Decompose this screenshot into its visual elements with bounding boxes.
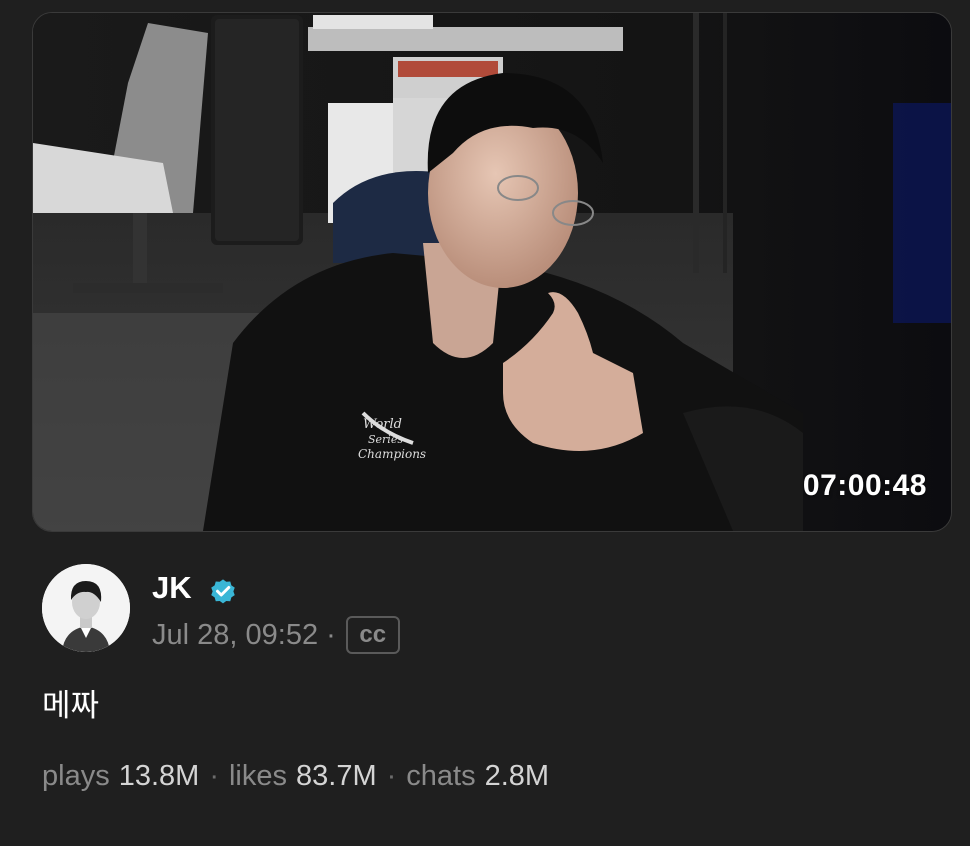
post-title: 메짜 xyxy=(42,688,100,723)
stats-row: plays 13.8M · likes 83.7M · chats 2.8M xyxy=(42,760,549,793)
stats-separator: · xyxy=(209,760,219,792)
svg-text:Series: Series xyxy=(368,433,403,446)
author-name[interactable]: JK xyxy=(152,570,192,606)
video-duration: 07:00:48 xyxy=(802,469,927,502)
profile-avatar-icon xyxy=(42,564,130,652)
svg-text:Champions: Champions xyxy=(358,447,426,461)
cc-badge: cc xyxy=(345,616,400,654)
likes-label: likes xyxy=(228,760,287,792)
plays-value: 13.8M xyxy=(118,760,200,792)
video-thumbnail[interactable]: World Series Champions 07:00:48 xyxy=(32,12,952,532)
stats-separator: · xyxy=(386,760,397,792)
chats-value: 2.8M xyxy=(484,760,550,792)
likes-value: 83.7M xyxy=(296,760,377,792)
thumbnail-image: World Series Champions xyxy=(33,13,951,531)
chats-label: chats xyxy=(406,760,476,792)
author-avatar[interactable] xyxy=(42,564,130,652)
plays-label: plays xyxy=(42,760,110,792)
meta-separator: · xyxy=(326,618,336,651)
svg-text:World: World xyxy=(363,417,402,432)
post-date: Jul 28, 09:52 xyxy=(152,618,319,651)
post-meta: Jul 28, 09:52 · cc xyxy=(152,616,400,654)
live-replay-card: World Series Champions 07:00:48 JK Jul 2… xyxy=(0,0,970,846)
verified-badge-icon xyxy=(211,579,235,604)
